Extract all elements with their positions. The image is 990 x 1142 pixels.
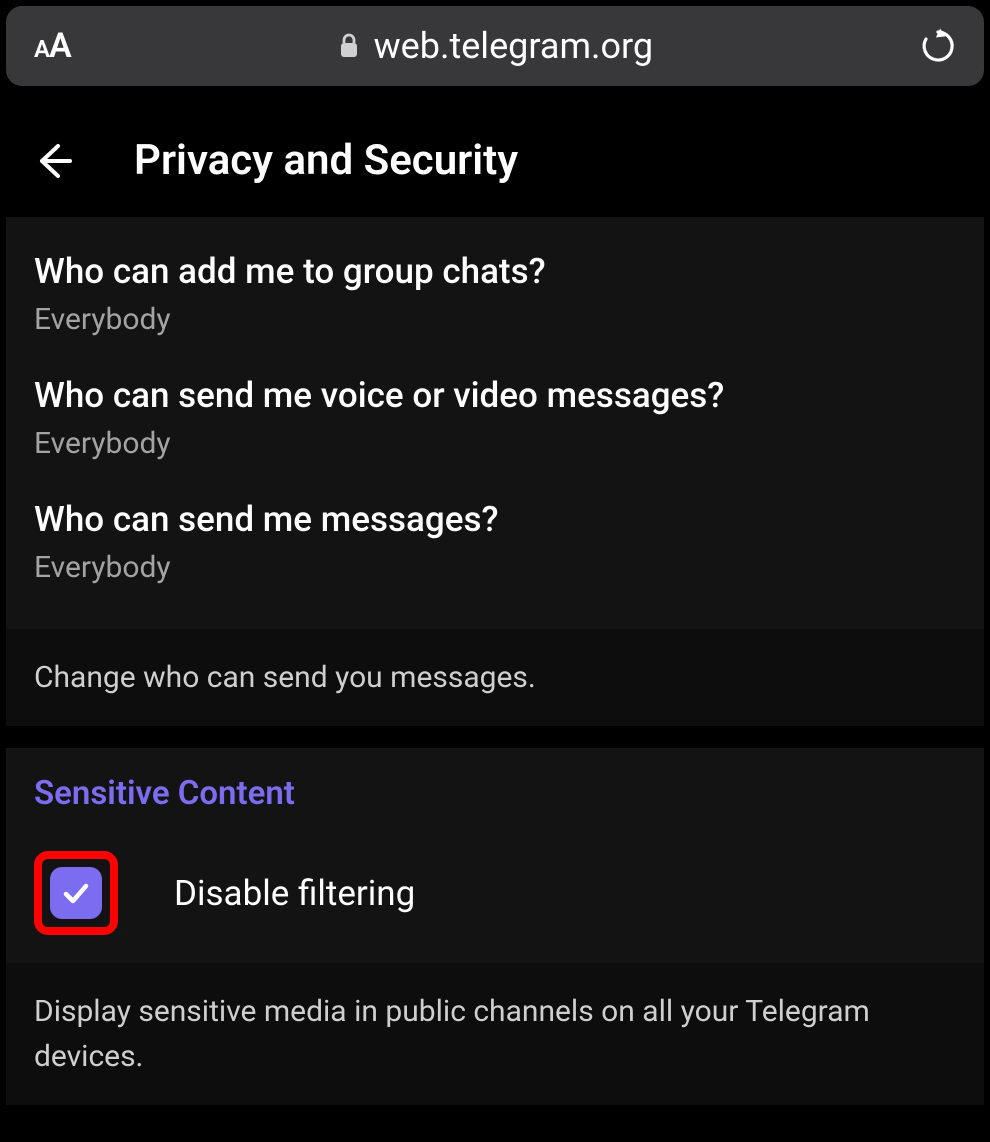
disable-filtering-row[interactable]: Disable filtering bbox=[34, 827, 956, 963]
setting-value: Everybody bbox=[34, 550, 956, 585]
sensitive-content-panel: Sensitive Content Disable filtering bbox=[6, 748, 984, 963]
setting-title: Who can send me messages? bbox=[34, 499, 956, 540]
settings-footer-text: Change who can send you messages. bbox=[34, 655, 956, 700]
section-heading: Sensitive Content bbox=[34, 748, 956, 827]
setting-row-messages[interactable]: Who can send me messages? Everybody bbox=[34, 485, 956, 609]
url-text: web.telegram.org bbox=[374, 25, 654, 67]
check-icon bbox=[61, 878, 91, 908]
back-arrow-icon[interactable] bbox=[32, 140, 74, 182]
settings-footer: Change who can send you messages. bbox=[6, 629, 984, 726]
browser-address-bar[interactable]: AA web.telegram.org bbox=[6, 6, 984, 86]
setting-value: Everybody bbox=[34, 426, 956, 461]
setting-title: Who can add me to group chats? bbox=[34, 251, 956, 292]
app-header: Privacy and Security bbox=[6, 118, 984, 217]
sensitive-content-footer-text: Display sensitive media in public channe… bbox=[34, 989, 956, 1079]
setting-title: Who can send me voice or video messages? bbox=[34, 375, 956, 416]
toggle-label: Disable filtering bbox=[174, 873, 415, 914]
lock-icon bbox=[338, 32, 360, 60]
reload-icon[interactable] bbox=[920, 28, 956, 64]
page-title: Privacy and Security bbox=[134, 136, 518, 185]
setting-row-voice-video[interactable]: Who can send me voice or video messages?… bbox=[34, 361, 956, 485]
checkbox-highlight bbox=[34, 851, 118, 935]
disable-filtering-checkbox[interactable] bbox=[50, 867, 102, 919]
privacy-settings-panel: Who can add me to group chats? Everybody… bbox=[6, 217, 984, 629]
text-size-button[interactable]: AA bbox=[34, 26, 71, 66]
sensitive-content-footer: Display sensitive media in public channe… bbox=[6, 963, 984, 1105]
setting-row-group-chats[interactable]: Who can add me to group chats? Everybody bbox=[34, 237, 956, 361]
setting-value: Everybody bbox=[34, 302, 956, 337]
